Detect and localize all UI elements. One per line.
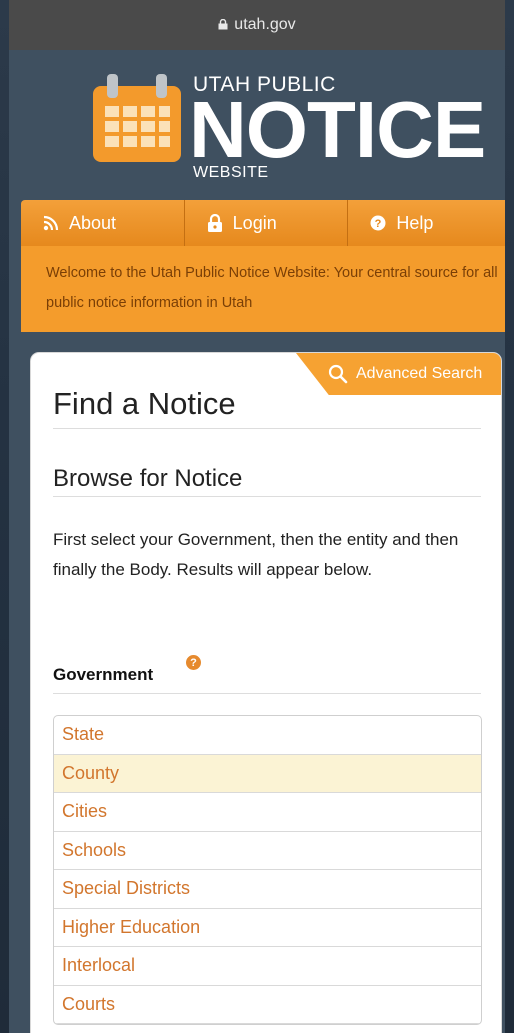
divider (53, 693, 481, 694)
url-text: utah.gov (234, 16, 296, 33)
advanced-search-label: Advanced Search (356, 365, 483, 382)
help-icon: ? (370, 215, 386, 231)
government-option-state[interactable]: State (54, 716, 481, 755)
government-help-icon[interactable]: ? (186, 655, 201, 670)
divider (53, 428, 481, 429)
government-option-interlocal[interactable]: Interlocal (54, 947, 481, 986)
government-option-special-districts[interactable]: Special Districts (54, 870, 481, 909)
find-notice-card: Advanced Search Find a Notice Browse for… (31, 353, 501, 1033)
nav-help[interactable]: ? Help (348, 200, 505, 246)
government-option-county[interactable]: County (54, 754, 481, 793)
instructions-text: First select your Government, then the e… (53, 530, 459, 579)
phone-screen: utah.gov UTAH PUBLIC NOTICE WEBSITE Abou… (9, 0, 505, 1033)
lock-icon (218, 18, 228, 29)
address-bar[interactable]: utah.gov (9, 0, 505, 50)
government-option-schools[interactable]: Schools (54, 832, 481, 870)
nav-login-label: Login (232, 212, 277, 233)
main-nav: About Login ? Help (21, 200, 505, 246)
logo-main-text: NOTICE (189, 85, 486, 174)
nav-help-label: Help (396, 212, 434, 233)
government-option-courts[interactable]: Courts (54, 986, 481, 1024)
svg-text:?: ? (375, 218, 382, 230)
page-title: Find a Notice (53, 386, 236, 421)
calendar-logo-icon (93, 74, 181, 162)
government-label: Government (53, 665, 154, 684)
government-option-cities[interactable]: Cities (54, 793, 481, 832)
rss-icon (43, 215, 59, 231)
section-title: Browse for Notice (53, 465, 243, 492)
welcome-banner: Welcome to the Utah Public Notice Websit… (21, 246, 505, 332)
search-icon (328, 364, 348, 384)
nav-about[interactable]: About (21, 200, 185, 246)
nav-about-label: About (69, 212, 117, 233)
nav-login[interactable]: Login (185, 200, 349, 246)
advanced-search-tab[interactable]: Advanced Search (296, 353, 501, 395)
padlock-icon (207, 214, 222, 232)
government-option-higher-education[interactable]: Higher Education (54, 909, 481, 947)
site-logo[interactable]: UTAH PUBLIC NOTICE WEBSITE (9, 50, 505, 200)
logo-wordmark: UTAH PUBLIC NOTICE WEBSITE (189, 74, 486, 182)
divider (53, 496, 481, 497)
government-list: State County Cities Schools Special Dist… (53, 715, 482, 1025)
